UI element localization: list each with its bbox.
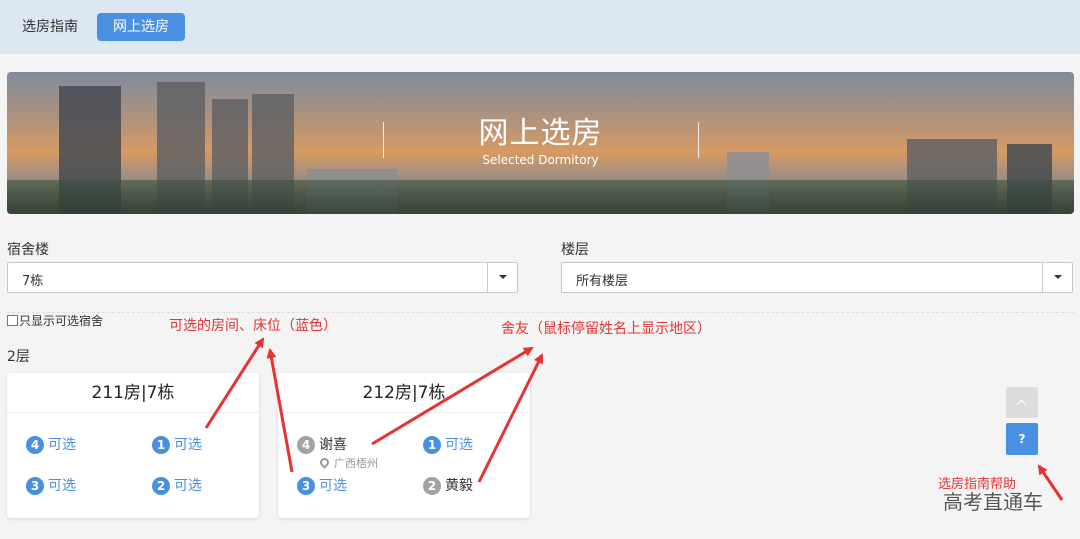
bed-slot[interactable]: 3 可选 [297, 477, 347, 495]
annotation-roommate: 舍友（鼠标停留姓名上显示地区） [501, 321, 711, 337]
floor-heading: 2层 [7, 349, 30, 365]
tab-room-guide[interactable]: 选房指南 [22, 13, 78, 41]
bed-number-badge: 1 [152, 436, 170, 454]
hero-banner: 网上选房 Selected Dormitory [7, 72, 1074, 214]
top-nav: 选房指南 网上选房 [0, 0, 1080, 54]
floor-select[interactable]: 所有楼层 [561, 262, 1073, 293]
room-card: 212房|7栋 4 谢喜 广西梧州 1 可选 3 可选 2 黄毅 [278, 373, 530, 518]
floor-label: 楼层 [561, 242, 589, 258]
building-label: 宿舍楼 [7, 242, 49, 258]
room-title: 212房|7栋 [278, 373, 530, 413]
bed-number-badge: 1 [423, 436, 441, 454]
building-select[interactable]: 7栋 [7, 262, 518, 293]
annotation-available: 可选的房间、床位（蓝色） [169, 318, 337, 334]
bed-slot[interactable]: 1 可选 [423, 436, 473, 454]
bed-number-badge: 3 [26, 477, 44, 495]
scroll-top-button[interactable] [1006, 387, 1038, 418]
chevron-up-icon [1016, 399, 1027, 410]
roommate-bed[interactable]: 2 黄毅 [423, 477, 473, 495]
floor-select-value: 所有楼层 [576, 274, 629, 289]
roommate-region-text: 广西梧州 [334, 457, 378, 470]
banner-subtitle: Selected Dormitory [482, 153, 599, 167]
bed-slot[interactable]: 2 可选 [152, 477, 202, 495]
banner-trees [7, 180, 1074, 214]
bed-status: 可选 [174, 437, 202, 453]
building-select-value: 7栋 [22, 274, 44, 289]
room-title: 211房|7栋 [7, 373, 259, 413]
room-card: 211房|7栋 4 可选 1 可选 3 可选 2 可选 [7, 373, 259, 518]
bed-number-badge: 4 [26, 436, 44, 454]
tab-online-selection[interactable]: 网上选房 [97, 13, 185, 41]
bed-number-badge: 3 [297, 477, 315, 495]
bed-slot[interactable]: 4 可选 [26, 436, 76, 454]
bed-status: 可选 [319, 478, 347, 494]
floor-select-toggle[interactable] [1042, 263, 1072, 292]
only-available-label: 只显示可选宿舍 [19, 314, 104, 328]
help-button[interactable]: ? [1006, 423, 1038, 455]
bed-number-badge: 2 [152, 477, 170, 495]
bed-slot[interactable]: 1 可选 [152, 436, 202, 454]
divider [7, 312, 1074, 313]
bed-status: 可选 [48, 478, 76, 494]
bed-slot[interactable]: 3 可选 [26, 477, 76, 495]
location-pin-icon [318, 456, 331, 469]
bed-status: 可选 [174, 478, 202, 494]
roommate-name[interactable]: 黄毅 [445, 478, 473, 494]
watermark: 高考直通车 [943, 490, 1043, 514]
caret-down-icon [1054, 275, 1062, 279]
roommate-name[interactable]: 谢喜 [319, 437, 347, 453]
roommate-region: 广西梧州 [318, 455, 378, 471]
bed-status: 可选 [445, 437, 473, 453]
bed-status: 可选 [48, 437, 76, 453]
bed-number-badge: 4 [297, 436, 315, 454]
roommate-bed[interactable]: 4 谢喜 [297, 436, 347, 454]
bed-number-badge: 2 [423, 477, 441, 495]
caret-down-icon [499, 275, 507, 279]
building-select-toggle[interactable] [487, 263, 517, 292]
banner-title: 网上选房 [478, 116, 603, 151]
only-available-filter[interactable]: 只显示可选宿舍 [7, 313, 103, 329]
only-available-checkbox[interactable] [7, 315, 18, 326]
